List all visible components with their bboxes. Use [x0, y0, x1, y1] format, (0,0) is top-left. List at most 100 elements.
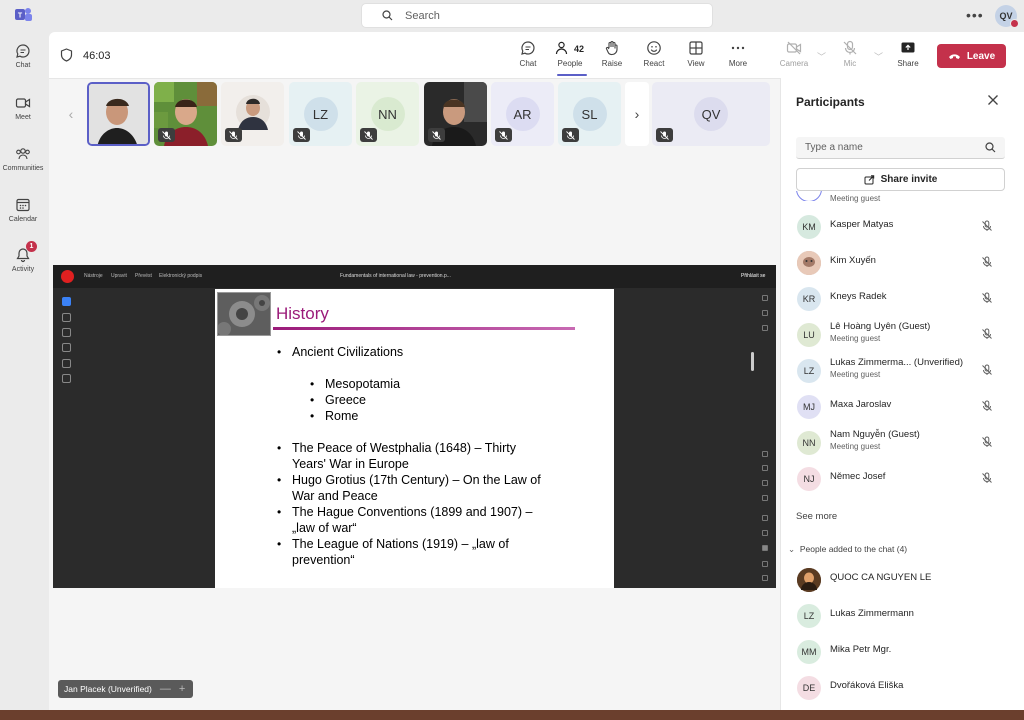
mic-options-chevron-icon[interactable]: ﹀ — [874, 50, 883, 63]
video-tile[interactable] — [154, 82, 217, 146]
status-indicator — [1010, 19, 1019, 28]
share-invite-button[interactable]: Share invite — [796, 168, 1005, 191]
added-participant-row[interactable]: DE Dvořáková Eliška — [780, 670, 1024, 706]
video-tile-self[interactable]: QV — [652, 82, 770, 146]
avatar: MJ — [797, 395, 821, 419]
strip-prev-button[interactable]: ‹ — [59, 82, 83, 146]
search-placeholder: Search — [405, 9, 440, 22]
pdf-viewer-toolbar: Nástroje Upravit Převést Elektronický po… — [53, 265, 776, 288]
pdf-scrollbar — [751, 352, 754, 371]
participant-subtitle: Meeting guest — [830, 194, 881, 203]
participant-row[interactable]: LZ Lukas Zimmerma... (Unverified) Meeting … — [780, 353, 1024, 389]
leave-button[interactable]: Leave — [937, 44, 1006, 68]
participant-name: Němec Josef — [830, 471, 886, 482]
participant-name: Dvořáková Eliška — [830, 680, 904, 691]
slide-item-continued: prevention“ — [292, 553, 355, 567]
pdf-menu-item: Převést — [135, 273, 152, 279]
video-tile[interactable]: LZ — [289, 82, 352, 146]
rail-item-chat[interactable]: Chat — [0, 43, 46, 69]
participant-search[interactable] — [796, 137, 1005, 159]
more-tools-icon — [62, 374, 71, 383]
mic-button[interactable]: Mic — [830, 40, 870, 68]
grid-view-icon — [688, 40, 704, 56]
participant-name: Mika Petr Mgr. — [830, 644, 892, 655]
react-button[interactable]: React — [634, 40, 674, 68]
view-button[interactable]: View — [676, 40, 716, 68]
muted-mic-icon — [428, 128, 445, 142]
muted-mic-icon — [981, 364, 993, 376]
video-tile[interactable] — [221, 82, 284, 146]
participant-row[interactable]: Kim Xuyến — [780, 245, 1024, 281]
pdf-menu-item: Elektronický podpis — [159, 273, 203, 279]
tile-initials: SL — [572, 97, 607, 131]
participant-search-input[interactable] — [796, 137, 985, 158]
video-tile[interactable] — [424, 82, 487, 146]
avatar-photo — [797, 568, 821, 592]
slide-item-continued: War and Peace — [292, 489, 378, 503]
muted-mic-icon — [495, 128, 512, 142]
avatar-photo — [797, 251, 821, 275]
participant-name: QUOC CA NGUYEN LE — [830, 572, 932, 583]
avatar: LZ — [797, 604, 821, 628]
added-participant-row[interactable]: LZ Lukas Zimmermann — [780, 598, 1024, 634]
muted-mic-icon — [981, 400, 993, 412]
shield-icon[interactable] — [60, 48, 73, 62]
added-participant-row[interactable]: MM Mika Petr Mgr. — [780, 634, 1024, 670]
rail-label: Calendar — [8, 216, 38, 223]
more-options-button[interactable]: ••• — [966, 7, 984, 23]
avatar: LU — [797, 323, 821, 347]
pdf-right-tool-icon — [762, 480, 768, 486]
text-tool-icon — [62, 359, 71, 368]
tile-initials: LZ — [303, 97, 338, 131]
chat-button[interactable]: Chat — [508, 40, 548, 68]
phone-hangup-icon — [948, 52, 961, 60]
camera-options-chevron-icon[interactable]: ﹀ — [817, 50, 826, 63]
rail-item-activity[interactable]: Activity — [0, 247, 46, 273]
pdf-document-title: Fundamentals of international law - prev… — [340, 273, 451, 279]
rail-item-meet[interactable]: Meet — [0, 95, 46, 121]
slide-item: Ancient Civilizations — [292, 345, 404, 359]
participant-name: Maxa Jaroslav — [830, 399, 892, 410]
video-tile[interactable]: SL — [558, 82, 621, 146]
share-button[interactable]: Share — [888, 40, 928, 68]
plus-icon[interactable]: + — [179, 683, 185, 695]
tile-initials: QV — [694, 97, 728, 131]
rail-item-communities[interactable]: Communities — [0, 146, 46, 172]
rail-item-calendar[interactable]: Calendar — [0, 197, 46, 223]
participant-row[interactable]: KR Kneys Radek — [780, 281, 1024, 317]
raise-hand-button[interactable]: Raise — [592, 40, 632, 68]
minus-icon[interactable]: — — [160, 683, 171, 695]
active-tab-indicator — [557, 74, 587, 76]
pdf-zoom-out-icon — [762, 575, 768, 581]
video-tile[interactable]: AR — [491, 82, 554, 146]
tile-initials: NN — [370, 97, 405, 131]
pdf-right-tool-icon — [762, 515, 768, 521]
pdf-right-tool-icon — [762, 495, 768, 501]
more-button[interactable]: More — [718, 40, 758, 68]
muted-mic-icon — [981, 220, 993, 232]
strip-next-button[interactable]: › — [625, 82, 649, 146]
camera-button[interactable]: Camera — [774, 40, 814, 68]
participant-row[interactable]: KM Kasper Matyas — [780, 209, 1024, 245]
participant-row[interactable]: NJ Němec Josef — [780, 461, 1024, 497]
video-tile[interactable] — [87, 82, 150, 146]
shared-screen: Nástroje Upravit Převést Elektronický po… — [53, 265, 776, 588]
added-participant-row[interactable]: QUOC CA NGUYEN LE — [780, 562, 1024, 598]
participant-name: Kim Xuyến — [830, 255, 876, 266]
teams-logo-icon[interactable]: T — [15, 7, 32, 22]
search-box[interactable]: Search — [361, 3, 713, 28]
added-to-chat-header[interactable]: ⌄ People added to the chat (4) — [788, 544, 907, 555]
slide-bullet: • — [277, 345, 282, 359]
pen-tool-icon — [62, 328, 71, 337]
participant-row[interactable]: LU Lê Hoàng Uyên (Guest) Meeting guest — [780, 317, 1024, 353]
muted-mic-icon — [981, 292, 993, 304]
rail-label: Communities — [2, 165, 44, 172]
close-icon[interactable] — [987, 94, 999, 106]
rail-label: Activity — [11, 266, 35, 273]
video-tile[interactable]: NN — [356, 82, 419, 146]
presenter-name-label[interactable]: Jan Placek (Unverified) — + — [58, 680, 194, 698]
participant-row[interactable]: MJ Maxa Jaroslav — [780, 389, 1024, 425]
see-more-link[interactable]: See more — [796, 511, 837, 522]
toolbar-label: Camera — [779, 59, 809, 68]
participant-row[interactable]: NN Nam Nguyễn (Guest) Meeting guest — [780, 425, 1024, 461]
